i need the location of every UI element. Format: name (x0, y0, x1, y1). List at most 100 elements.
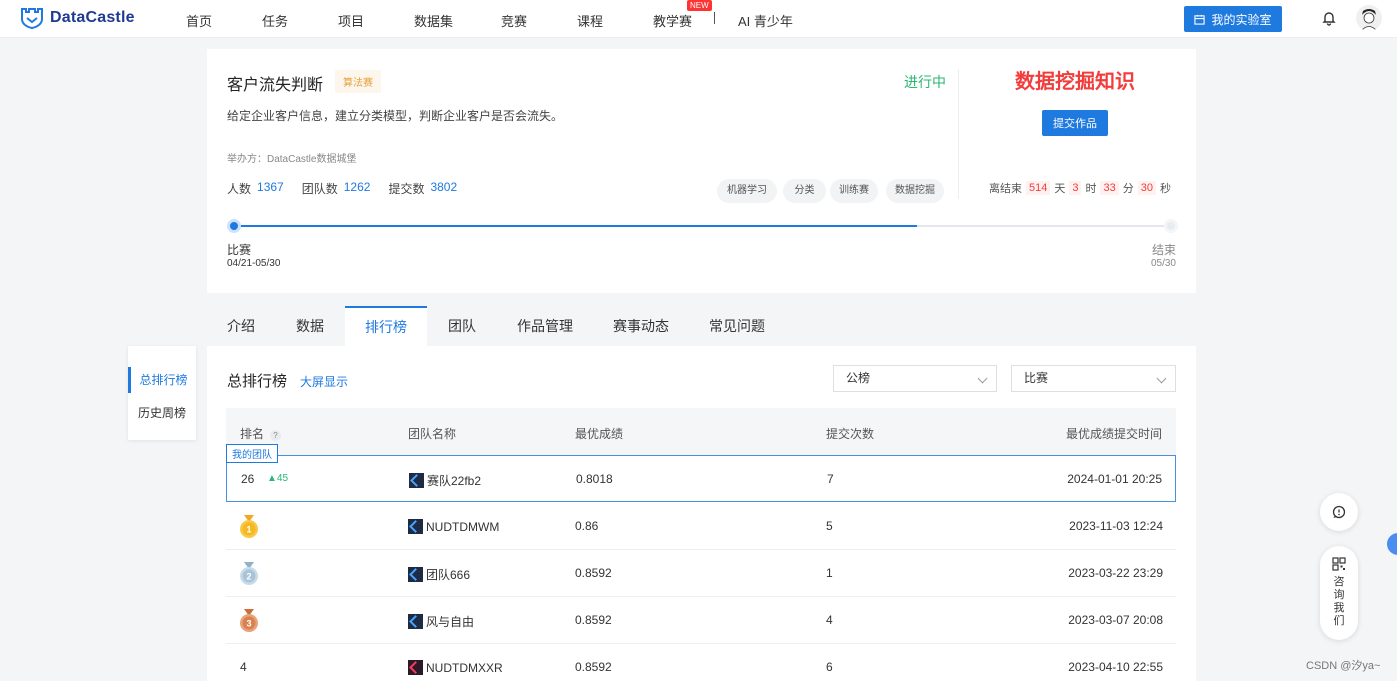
countdown-prefix: 离结束 (989, 183, 1022, 195)
brand-logo[interactable]: DataCastle (20, 7, 135, 29)
competition-stats: 人数 1367 团队数 1262 提交数 3802 (227, 180, 475, 197)
tab-intro[interactable]: 介绍 (207, 306, 275, 346)
team-name: NUDTDMWM (408, 519, 499, 534)
score-value: 0.8018 (576, 472, 613, 486)
team-logo-icon (408, 614, 423, 629)
team-logo-icon (409, 473, 424, 488)
score-value: 0.86 (575, 519, 599, 533)
participants-count: 1367 (257, 180, 284, 194)
countdown-hours: 3 (1069, 181, 1082, 195)
score-value: 0.8592 (575, 566, 612, 580)
competition-title: 客户流失判断 (227, 77, 324, 94)
time-value: 2024-01-01 20:25 (1067, 472, 1162, 486)
consult-char: 询 (1333, 589, 1345, 601)
board-select[interactable]: 公榜 (833, 365, 997, 392)
competition-host: 举办方：DataCastle数据城堡 (227, 154, 357, 165)
tab-leaderboard[interactable]: 排行榜 (345, 306, 427, 346)
nav-teaching-contest[interactable]: 教学赛 (653, 11, 692, 30)
avatar[interactable] (1356, 5, 1382, 31)
competition-header-card: 客户流失判断 算法赛 进行中 给定企业客户信息，建立分类模型，判断企业客户是否会… (207, 49, 1196, 293)
tag-chip[interactable]: 分类 (783, 179, 826, 203)
help-icon[interactable]: ? (270, 430, 282, 441)
knowledge-title[interactable]: 数据挖掘知识 (1015, 65, 1135, 94)
table-row[interactable]: 3 风与自由 0.8592 4 2023-03-07 20:08 (226, 597, 1176, 644)
team-name-text: NUDTDMXXR (426, 661, 503, 675)
consult-label: 咨 询 我 们 (1320, 576, 1358, 628)
svg-text:2: 2 (246, 572, 251, 582)
nav-divider (714, 12, 715, 24)
nav-tasks[interactable]: 任务 (262, 11, 288, 30)
leaderboard-side-menu: 总排行榜 历史周榜 (128, 346, 196, 440)
stage-select-value: 比赛 (1024, 371, 1049, 385)
timeline-start-dot (227, 219, 241, 233)
time-value: 2023-03-22 23:29 (1068, 566, 1163, 580)
qr-code-icon (1332, 557, 1346, 571)
timeline-start-date: 04/21-05/30 (227, 258, 281, 269)
consult-char: 我 (1333, 602, 1345, 614)
tab-submissions[interactable]: 作品管理 (497, 306, 593, 346)
col-rank: 排名? (240, 425, 282, 442)
score-value: 0.8592 (575, 660, 612, 674)
submit-work-button[interactable]: 提交作品 (1042, 110, 1108, 136)
nav-ai-youth[interactable]: AI 青少年 (738, 11, 793, 30)
tag-chip[interactable]: 数据挖掘 (886, 179, 944, 203)
logo-icon (21, 8, 43, 29)
my-lab-label: 我的实验室 (1211, 12, 1272, 27)
time-value: 2023-11-03 12:24 (1069, 519, 1163, 533)
table-row[interactable]: 2 团队666 0.8592 1 2023-03-22 23:29 (226, 550, 1176, 597)
stage-select[interactable]: 比赛 (1011, 365, 1176, 392)
bell-icon[interactable] (1321, 10, 1337, 26)
timeline-end-dot (1164, 219, 1178, 233)
team-name-text: NUDTDMWM (426, 520, 500, 534)
score-value: 0.8592 (575, 613, 612, 627)
submissions-value: 1 (826, 566, 833, 580)
tab-news[interactable]: 赛事动态 (593, 306, 689, 346)
svg-text:3: 3 (246, 619, 251, 629)
brand-name: DataCastle (50, 9, 135, 26)
competition-status: 进行中 (904, 74, 946, 90)
nav-home[interactable]: 首页 (186, 11, 212, 30)
tab-data[interactable]: 数据 (275, 306, 345, 346)
fullscreen-link[interactable]: 大屏显示 (300, 373, 348, 390)
col-time: 最优成绩提交时间 (1065, 427, 1162, 441)
board-select-value: 公榜 (846, 371, 871, 385)
nav-courses[interactable]: 课程 (577, 11, 603, 30)
nav-projects[interactable]: 项目 (338, 11, 364, 30)
gold-medal-icon: 1 (240, 515, 258, 538)
participants-label: 人数 (227, 182, 252, 196)
nav-competitions[interactable]: 竞赛 (501, 11, 527, 30)
side-item-weekly[interactable]: 历史周榜 (128, 403, 196, 423)
tab-team[interactable]: 团队 (427, 306, 497, 346)
timeline-track (234, 225, 1170, 227)
side-toggle-button[interactable] (1387, 533, 1397, 555)
submissions-value: 5 (826, 519, 833, 533)
consult-char: 们 (1333, 615, 1345, 627)
rank-change: ▲45 (267, 473, 289, 484)
tag-chip[interactable]: 机器学习 (717, 179, 777, 203)
chevron-down-icon (1156, 373, 1167, 384)
side-item-overall[interactable]: 总排行榜 (128, 367, 196, 393)
nav-datasets[interactable]: 数据集 (414, 11, 453, 30)
my-lab-button[interactable]: 我的实验室 (1184, 6, 1282, 32)
tag-chip[interactable]: 训练赛 (830, 179, 878, 203)
countdown-days-unit: 天 (1054, 183, 1066, 195)
col-team: 团队名称 (408, 427, 457, 441)
timeline-end-date: 05/30 (1150, 258, 1176, 269)
timeline-start-label: 比赛 (227, 243, 252, 257)
table-row[interactable]: 4 NUDTDMXXR 0.8592 6 2023-04-10 22:55 (226, 644, 1176, 681)
feedback-button[interactable] (1320, 493, 1358, 531)
submissions-value: 7 (827, 472, 834, 486)
consult-us-button[interactable]: 咨 询 我 们 (1320, 546, 1358, 640)
svg-text:1: 1 (246, 525, 251, 535)
team-name: 赛队22fb2 (409, 472, 481, 489)
table-row[interactable]: 1 NUDTDMWM 0.86 5 2023-11-03 12:24 (226, 503, 1176, 550)
calendar-icon (1194, 14, 1206, 25)
rank-value: 4 (240, 660, 247, 674)
table-row-my-team[interactable]: 26 ▲45 赛队22fb2 0.8018 7 2024-01-01 20:25 (226, 455, 1176, 502)
tab-faq[interactable]: 常见问题 (689, 306, 785, 346)
competition-type-tag: 算法赛 (335, 70, 381, 93)
countdown-seconds: 30 (1137, 181, 1156, 195)
teams-label: 团队数 (301, 182, 338, 196)
consult-char: 咨 (1333, 576, 1345, 588)
chevron-down-icon (977, 373, 988, 384)
